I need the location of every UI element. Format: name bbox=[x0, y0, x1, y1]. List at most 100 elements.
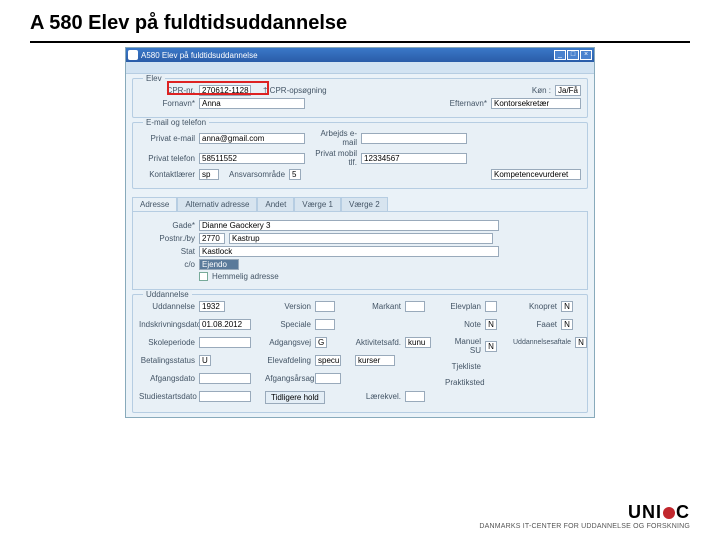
input-betaling[interactable]: U bbox=[199, 355, 211, 366]
label-co: c/o bbox=[139, 260, 195, 269]
input-privat-mail[interactable]: anna@gmail.com bbox=[199, 133, 305, 144]
input-fornavn[interactable]: Anna bbox=[199, 98, 305, 109]
label-privat-tel: Privat telefon bbox=[139, 154, 195, 163]
label-efternavn: Efternavn* bbox=[437, 99, 487, 108]
input-kon[interactable]: Ja/Få bbox=[555, 85, 581, 96]
label-fornavn: Fornavn* bbox=[139, 99, 195, 108]
input-adgvej[interactable]: G bbox=[315, 337, 327, 348]
label-uddannelse: Uddannelse bbox=[139, 302, 195, 311]
input-gade[interactable]: Dianne Gaockery 3 bbox=[199, 220, 499, 231]
label-uddaftale: Uddannelsesaftale bbox=[511, 339, 571, 346]
label-laerkvel: Lærekvel. bbox=[355, 392, 401, 401]
minimize-button[interactable]: _ bbox=[554, 50, 566, 60]
panel-kontakt: E-mail og telefon Privat e-mail anna@gma… bbox=[132, 122, 588, 189]
input-aktivitet[interactable]: kunu bbox=[405, 337, 431, 348]
toolbar bbox=[126, 62, 594, 74]
app-icon bbox=[128, 50, 138, 60]
titlebar: A580 Elev på fuldtidsuddannelse _ □ × bbox=[126, 48, 594, 62]
input-afgdato[interactable] bbox=[199, 373, 251, 384]
label-speciale: Speciale bbox=[265, 320, 311, 329]
input-elevafd[interactable]: specu bbox=[315, 355, 341, 366]
input-afgaarsag[interactable] bbox=[315, 373, 341, 384]
label-version: Version bbox=[265, 302, 311, 311]
label-knopret: Knopret bbox=[511, 302, 557, 311]
input-laerkvel[interactable] bbox=[405, 391, 425, 402]
label-afgdato: Afgangsdato bbox=[139, 374, 195, 383]
logo-dot-icon bbox=[663, 507, 675, 519]
label-privat-mob: Privat mobil tlf. bbox=[309, 149, 357, 167]
checkbox-hemmelig[interactable] bbox=[199, 272, 208, 281]
tab-andet[interactable]: Andet bbox=[257, 197, 294, 211]
logo-brand: UNIC bbox=[479, 502, 690, 523]
label-markant: Markant bbox=[355, 302, 401, 311]
badge-note[interactable]: N bbox=[485, 319, 497, 330]
label-tjek: Tjekliste bbox=[445, 362, 481, 371]
page-title: A 580 Elev på fuldtidsuddannelse bbox=[0, 0, 720, 41]
input-privat-tel[interactable]: 58511552 bbox=[199, 153, 305, 164]
maximize-button[interactable]: □ bbox=[567, 50, 579, 60]
tab-alt-adresse[interactable]: Alternativ adresse bbox=[177, 197, 257, 211]
input-by[interactable]: Kastrup bbox=[229, 233, 493, 244]
tab-adresse[interactable]: Adresse bbox=[132, 197, 177, 211]
input-version[interactable] bbox=[315, 301, 335, 312]
input-co[interactable]: Ejendo bbox=[199, 259, 239, 270]
label-aktivitet: Aktivitetsafd. bbox=[355, 338, 401, 347]
input-cpr[interactable]: 270612-1128 bbox=[199, 85, 251, 96]
label-indskr: Indskrivningsdato bbox=[139, 320, 195, 329]
label-betaling: Betalingsstatus bbox=[139, 356, 195, 365]
label-faaet: Faaet bbox=[511, 320, 557, 329]
input-speciale[interactable] bbox=[315, 319, 335, 330]
logo-block: UNIC DANMARKS IT-CENTER FOR UDDANNELSE O… bbox=[479, 502, 690, 530]
label-postnr: Postnr./by bbox=[139, 234, 195, 243]
app-window: A580 Elev på fuldtidsuddannelse _ □ × El… bbox=[125, 47, 595, 418]
label-stat: Stat bbox=[139, 247, 195, 256]
label-afgaarsag: Afgangsårsag bbox=[265, 374, 311, 383]
label-skp: Skoleperiode bbox=[139, 338, 195, 347]
label-adgvej: Adgangsvej bbox=[265, 338, 311, 347]
input-stat[interactable]: Kastlock bbox=[199, 246, 499, 257]
label-elevafd: Elevafdeling bbox=[265, 356, 311, 365]
label-gade: Gade* bbox=[139, 221, 195, 230]
input-privat-mob[interactable]: 12334567 bbox=[361, 153, 467, 164]
input-postnr[interactable]: 2770 bbox=[199, 233, 225, 244]
label-manuelsu: Manuel SU bbox=[445, 337, 481, 355]
tab-vaerge2[interactable]: Værge 2 bbox=[341, 197, 388, 211]
input-skp[interactable] bbox=[199, 337, 251, 348]
badge-manuelsu[interactable]: N bbox=[485, 341, 497, 352]
input-kompetence[interactable]: Kompetencevurderet bbox=[491, 169, 581, 180]
label-note: Note bbox=[445, 320, 481, 329]
badge-uddaftale[interactable]: N bbox=[575, 337, 587, 348]
panel-udd-legend: Uddannelse bbox=[143, 290, 192, 299]
input-ansvar[interactable]: 5 bbox=[289, 169, 301, 180]
badge-knopret[interactable]: N bbox=[561, 301, 573, 312]
input-kontaktlaerer[interactable]: sp bbox=[199, 169, 219, 180]
label-praktik: Praktiksted bbox=[445, 378, 481, 387]
button-tidligere-hold[interactable]: Tidligere hold bbox=[265, 391, 325, 404]
title-rule bbox=[30, 41, 690, 43]
label-privat-mail: Privat e-mail bbox=[139, 134, 195, 143]
label-arb-mail: Arbejds e-mail bbox=[309, 129, 357, 147]
label-ansvar: Ansvarsområde bbox=[229, 170, 285, 179]
titlebar-title: A580 Elev på fuldtidsuddannelse bbox=[141, 51, 553, 60]
input-efternavn[interactable]: Kontorsekretær bbox=[491, 98, 581, 109]
close-button[interactable]: × bbox=[580, 50, 592, 60]
input-studie[interactable] bbox=[199, 391, 251, 402]
input-markant[interactable] bbox=[405, 301, 425, 312]
label-kontaktlaerer: Kontaktlærer bbox=[139, 170, 195, 179]
logo-text1: UNI bbox=[628, 502, 662, 522]
label-hemmelig: Hemmelig adresse bbox=[212, 272, 279, 281]
label-cpr: CPR-nr. bbox=[139, 86, 195, 95]
panel-elev: Elev CPR-nr. 270612-1128 † CPR-opsøgning… bbox=[132, 78, 588, 118]
tab-vaerge1[interactable]: Værge 1 bbox=[294, 197, 341, 211]
badge-faaet[interactable]: N bbox=[561, 319, 573, 330]
logo-subtitle: DANMARKS IT-CENTER FOR UDDANNELSE OG FOR… bbox=[479, 523, 690, 530]
tab-panel-adresse: Gade* Dianne Gaockery 3 Postnr./by 2770 … bbox=[132, 211, 588, 290]
input-indskr[interactable]: 01.08.2012 bbox=[199, 319, 251, 330]
address-tabs: Adresse Alternativ adresse Andet Værge 1… bbox=[132, 197, 588, 211]
input-arb-mail[interactable] bbox=[361, 133, 467, 144]
input-kurser[interactable]: kurser bbox=[355, 355, 395, 366]
panel-elev-legend: Elev bbox=[143, 74, 165, 83]
label-cpr-opslag[interactable]: † CPR-opsøgning bbox=[263, 86, 327, 95]
input-elevplan[interactable] bbox=[485, 301, 497, 312]
input-uddannelse[interactable]: 1932 bbox=[199, 301, 225, 312]
